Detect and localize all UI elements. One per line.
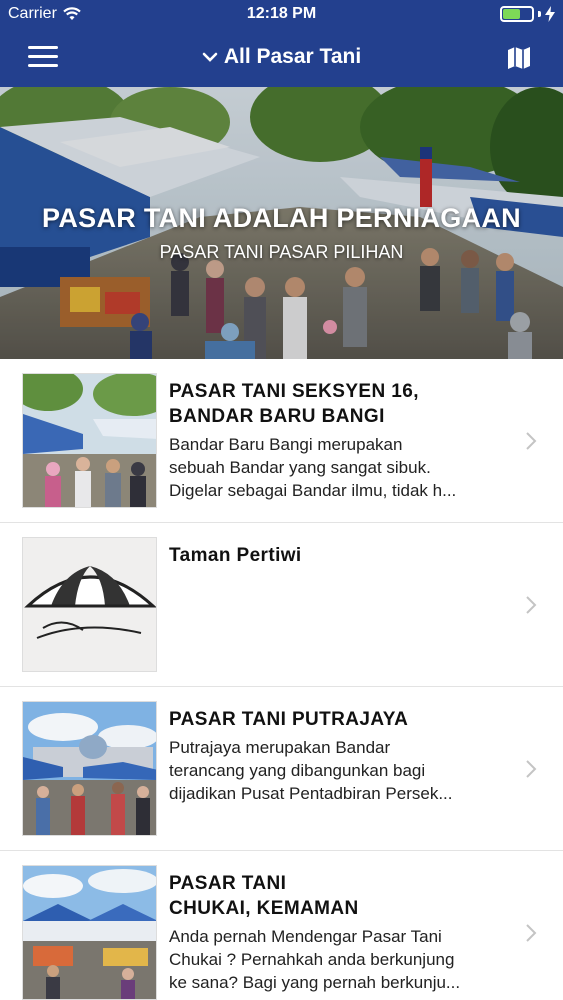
market-thumbnail xyxy=(22,701,157,836)
charging-bolt-icon xyxy=(545,6,555,22)
list-item-putrajaya[interactable]: PASAR TANI PUTRAJAYA Putrajaya merupakan… xyxy=(0,687,563,851)
market-text: PASAR TANI CHUKAI, KEMAMAN Anda pernah M… xyxy=(169,871,509,994)
chevron-right-icon xyxy=(525,923,537,949)
hero-title: PASAR TANI ADALAH PERNIAGAAN xyxy=(42,203,521,233)
market-title: PASAR TANI PUTRAJAYA xyxy=(169,709,409,730)
bangi-market-photo xyxy=(23,374,156,507)
market-thumbnail xyxy=(22,865,157,1000)
market-title: Taman Pertiwi xyxy=(169,545,302,566)
clock: 12:18 PM xyxy=(246,5,317,22)
chevron-right-icon xyxy=(525,595,537,621)
list-item-chukai-kemaman[interactable]: PASAR TANI CHUKAI, KEMAMAN Anda pernah M… xyxy=(0,851,563,1000)
market-text: Taman Pertiwi xyxy=(169,543,509,568)
market-title: PASAR TANI SEKSYEN 16, BANDAR BARU BANGI xyxy=(169,381,419,427)
chevron-right-icon xyxy=(525,759,537,785)
list-item-seksyen-16[interactable]: PASAR TANI SEKSYEN 16, BANDAR BARU BANGI… xyxy=(0,359,563,523)
chevron-down-icon xyxy=(202,52,218,62)
map-icon xyxy=(508,47,530,69)
map-button[interactable] xyxy=(505,44,533,72)
navigation-bar: All Pasar Tani xyxy=(0,30,563,87)
battery-icon xyxy=(500,6,534,22)
market-list: PASAR TANI SEKSYEN 16, BANDAR BARU BANGI… xyxy=(0,359,563,1000)
chukai-market-photo xyxy=(23,866,156,999)
market-thumbnail xyxy=(22,373,157,508)
hero-subtitle: PASAR TANI PASAR PILIHAN xyxy=(159,242,404,262)
nav-title: All Pasar Tani xyxy=(223,45,362,68)
battery-indicator xyxy=(500,6,555,22)
putrajaya-market-photo xyxy=(23,702,156,835)
market-text: PASAR TANI SEKSYEN 16, BANDAR BARU BANGI… xyxy=(169,379,509,502)
market-thumbnail xyxy=(22,537,157,672)
market-description: Putrajaya merupakan Bandar terancang yan… xyxy=(169,738,453,803)
pasar-tani-logo xyxy=(23,538,156,671)
market-title: PASAR TANI CHUKAI, KEMAMAN xyxy=(169,873,359,919)
location-filter-dropdown[interactable]: All Pasar Tani xyxy=(0,45,563,69)
list-item-taman-pertiwi[interactable]: Taman Pertiwi xyxy=(0,523,563,687)
market-text: PASAR TANI PUTRAJAYA Putrajaya merupakan… xyxy=(169,707,509,805)
market-description: Bandar Baru Bangi merupakan sebuah Banda… xyxy=(169,435,457,500)
market-description: Anda pernah Mendengar Pasar Tani Chukai … xyxy=(169,927,461,992)
chevron-right-icon xyxy=(525,431,537,457)
hero-banner[interactable]: PASAR TANI ADALAH PERNIAGAAN PASAR TANI … xyxy=(0,87,563,359)
status-bar: Carrier 12:18 PM xyxy=(0,0,563,30)
